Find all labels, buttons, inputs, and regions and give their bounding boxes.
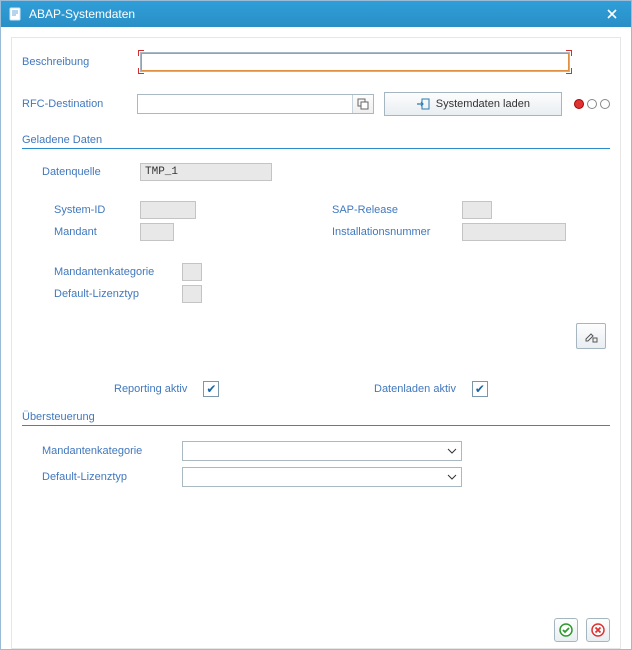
- status-green-dot: [600, 99, 610, 109]
- reporting-active-label: Reporting aktiv: [114, 383, 187, 395]
- sap-release-value: [462, 201, 492, 219]
- system-id-value: [140, 201, 196, 219]
- chevron-down-icon: [443, 468, 461, 486]
- load-systemdata-button[interactable]: Systemdaten laden: [384, 92, 562, 116]
- status-yellow-dot: [587, 99, 597, 109]
- chevron-down-icon: [443, 442, 461, 460]
- mandant-label: Mandant: [54, 226, 140, 238]
- rfc-destination-field[interactable]: [137, 94, 373, 114]
- override-default-lic-label: Default-Lizenztyp: [42, 471, 182, 483]
- description-label: Beschreibung: [22, 56, 140, 68]
- dataload-active-checkbox[interactable]: [472, 381, 488, 397]
- system-id-label: System-ID: [54, 204, 140, 216]
- rfc-label: RFC-Destination: [22, 98, 137, 110]
- rfc-f4-help-button[interactable]: [352, 95, 373, 113]
- install-no-label: Installationsnummer: [332, 226, 462, 238]
- default-lic-value: [182, 285, 202, 303]
- description-input[interactable]: [140, 52, 570, 72]
- install-no-value: [462, 223, 566, 241]
- override-mandant-cat-label: Mandantenkategorie: [42, 445, 182, 457]
- reporting-active-checkbox[interactable]: [203, 381, 219, 397]
- close-button[interactable]: [601, 3, 623, 25]
- mandant-value: [140, 223, 174, 241]
- titlebar: ABAP-Systemdaten: [1, 1, 631, 27]
- mandant-cat-label: Mandantenkategorie: [54, 266, 182, 278]
- datasource-value: TMP_1: [140, 163, 272, 181]
- divider: [22, 425, 610, 426]
- status-traffic-light: [574, 99, 610, 109]
- divider: [22, 148, 610, 149]
- import-icon: [416, 97, 430, 111]
- rfc-destination-input[interactable]: [138, 95, 351, 113]
- override-section-title: Übersteuerung: [22, 411, 610, 423]
- dataload-active-label: Datenladen aktiv: [374, 383, 456, 395]
- sap-release-label: SAP-Release: [332, 204, 462, 216]
- loaded-section-title: Geladene Daten: [22, 134, 610, 146]
- settings-button[interactable]: [576, 323, 606, 349]
- override-mandant-cat-select[interactable]: [182, 441, 462, 461]
- mandant-cat-value: [182, 263, 202, 281]
- load-systemdata-label: Systemdaten laden: [436, 98, 530, 110]
- dialog: ABAP-Systemdaten Beschreibung: [0, 0, 632, 650]
- default-lic-label: Default-Lizenztyp: [54, 288, 182, 300]
- window-title: ABAP-Systemdaten: [29, 7, 601, 21]
- cancel-button[interactable]: [586, 618, 610, 642]
- override-default-lic-select[interactable]: [182, 467, 462, 487]
- datasource-label: Datenquelle: [42, 166, 140, 178]
- window-icon: [9, 7, 23, 21]
- ok-button[interactable]: [554, 618, 578, 642]
- status-red-dot: [574, 99, 584, 109]
